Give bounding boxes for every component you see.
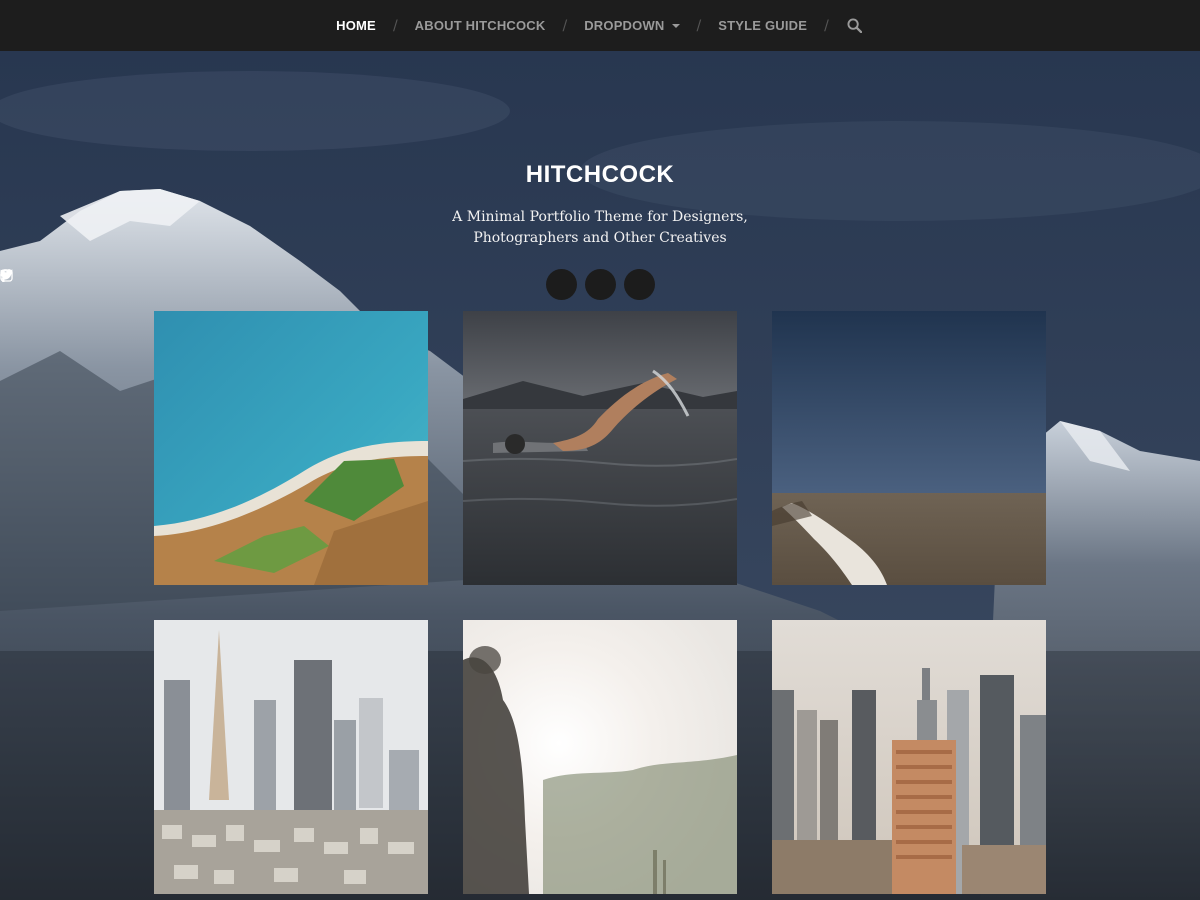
- instagram-link[interactable]: [0, 269, 655, 300]
- nav-item-home[interactable]: HOME: [336, 18, 376, 33]
- portfolio-image-swimmer: [463, 311, 737, 585]
- portfolio-image-city-sf: [154, 620, 428, 894]
- site-description: A Minimal Portfolio Theme for Designers,…: [452, 209, 748, 246]
- portfolio-item-city-sf[interactable]: [154, 620, 428, 894]
- social-links: [0, 269, 1200, 300]
- portfolio-item-swimmer[interactable]: [463, 311, 737, 585]
- twitter-link[interactable]: [0, 269, 577, 300]
- nav-item-dropdown[interactable]: DROPDOWN: [584, 18, 680, 33]
- portfolio-item-coast[interactable]: [154, 311, 428, 585]
- site-title[interactable]: HITCHCOCK: [0, 161, 1200, 189]
- portfolio-item-backlit[interactable]: [463, 620, 737, 894]
- nav-separator: /: [392, 17, 398, 34]
- portfolio-item-road[interactable]: [772, 311, 1046, 585]
- top-navigation-bar: HOME / ABOUT HITCHCOCK / DROPDOWN / STYL…: [0, 0, 1200, 51]
- instagram-icon: [0, 269, 13, 282]
- portfolio-item-city-nyc[interactable]: [772, 620, 1046, 894]
- nav-separator: /: [696, 17, 702, 34]
- nav-item-style-guide[interactable]: STYLE GUIDE: [718, 18, 807, 33]
- search-icon: [847, 18, 863, 33]
- portfolio-image-city-nyc: [772, 620, 1046, 894]
- portfolio-image-coast: [154, 311, 428, 585]
- caret-down-icon: [671, 23, 680, 28]
- nav-separator: /: [562, 17, 568, 34]
- nav-separator: /: [824, 17, 829, 34]
- main-menu: HOME / ABOUT HITCHCOCK / DROPDOWN / STYL…: [336, 17, 864, 35]
- facebook-link[interactable]: [0, 269, 616, 300]
- nav-item-about[interactable]: ABOUT HITCHCOCK: [415, 18, 546, 33]
- nav-item-dropdown-label: DROPDOWN: [584, 18, 665, 33]
- portfolio-image-backlit: [463, 620, 737, 894]
- portfolio-image-road: [772, 311, 1046, 585]
- search-button[interactable]: [846, 17, 864, 35]
